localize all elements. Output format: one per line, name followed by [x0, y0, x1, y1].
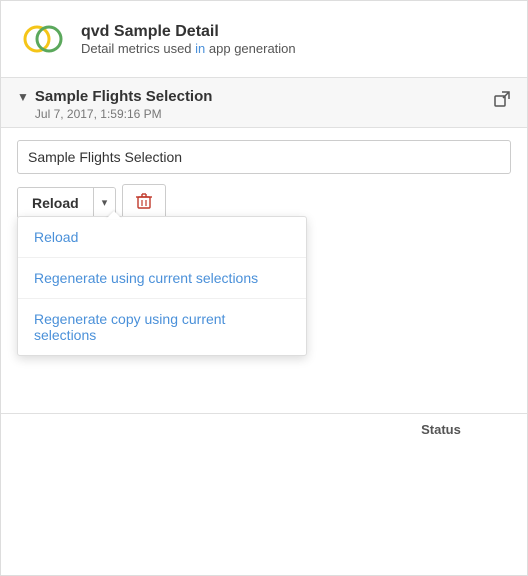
- name-input[interactable]: [17, 140, 511, 174]
- dropdown-chevron-icon: ▾: [102, 197, 108, 209]
- app-subtitle: Detail metrics used in app generation: [81, 41, 296, 56]
- table-col-name-header: [17, 414, 371, 445]
- section-left: ▼ Sample Flights Selection Jul 7, 2017, …: [17, 88, 212, 121]
- header: qvd Sample Detail Detail metrics used in…: [1, 1, 527, 78]
- dropdown-item-regenerate-copy[interactable]: Regenerate copy using current selections: [18, 299, 306, 355]
- main-content: Reload ▾ Reload R: [1, 128, 527, 233]
- section-title: Sample Flights Selection: [35, 88, 213, 105]
- chevron-down-icon: ▼: [17, 90, 29, 104]
- reload-button-group: Reload ▾: [17, 187, 116, 219]
- page-container: qvd Sample Detail Detail metrics used in…: [0, 0, 528, 576]
- app-logo: [17, 13, 69, 65]
- dropdown-item-reload[interactable]: Reload: [18, 217, 306, 258]
- header-text: qvd Sample Detail Detail metrics used in…: [81, 23, 296, 56]
- dropdown-item-regenerate[interactable]: Regenerate using current selections: [18, 258, 306, 299]
- table-col-status-header: Status: [371, 414, 511, 445]
- trash-icon: [135, 192, 153, 210]
- section-datetime: Jul 7, 2017, 1:59:16 PM: [35, 107, 213, 121]
- table-header: Status: [1, 413, 527, 445]
- external-link-icon[interactable]: [493, 90, 511, 113]
- reload-button[interactable]: Reload: [18, 188, 94, 218]
- section-header: ▼ Sample Flights Selection Jul 7, 2017, …: [1, 78, 527, 128]
- app-title: qvd Sample Detail: [81, 23, 296, 41]
- dropdown-arrow-indicator: [106, 211, 122, 219]
- dropdown-menu: Reload Regenerate using current selectio…: [17, 216, 307, 356]
- section-title-group: Sample Flights Selection Jul 7, 2017, 1:…: [35, 88, 213, 121]
